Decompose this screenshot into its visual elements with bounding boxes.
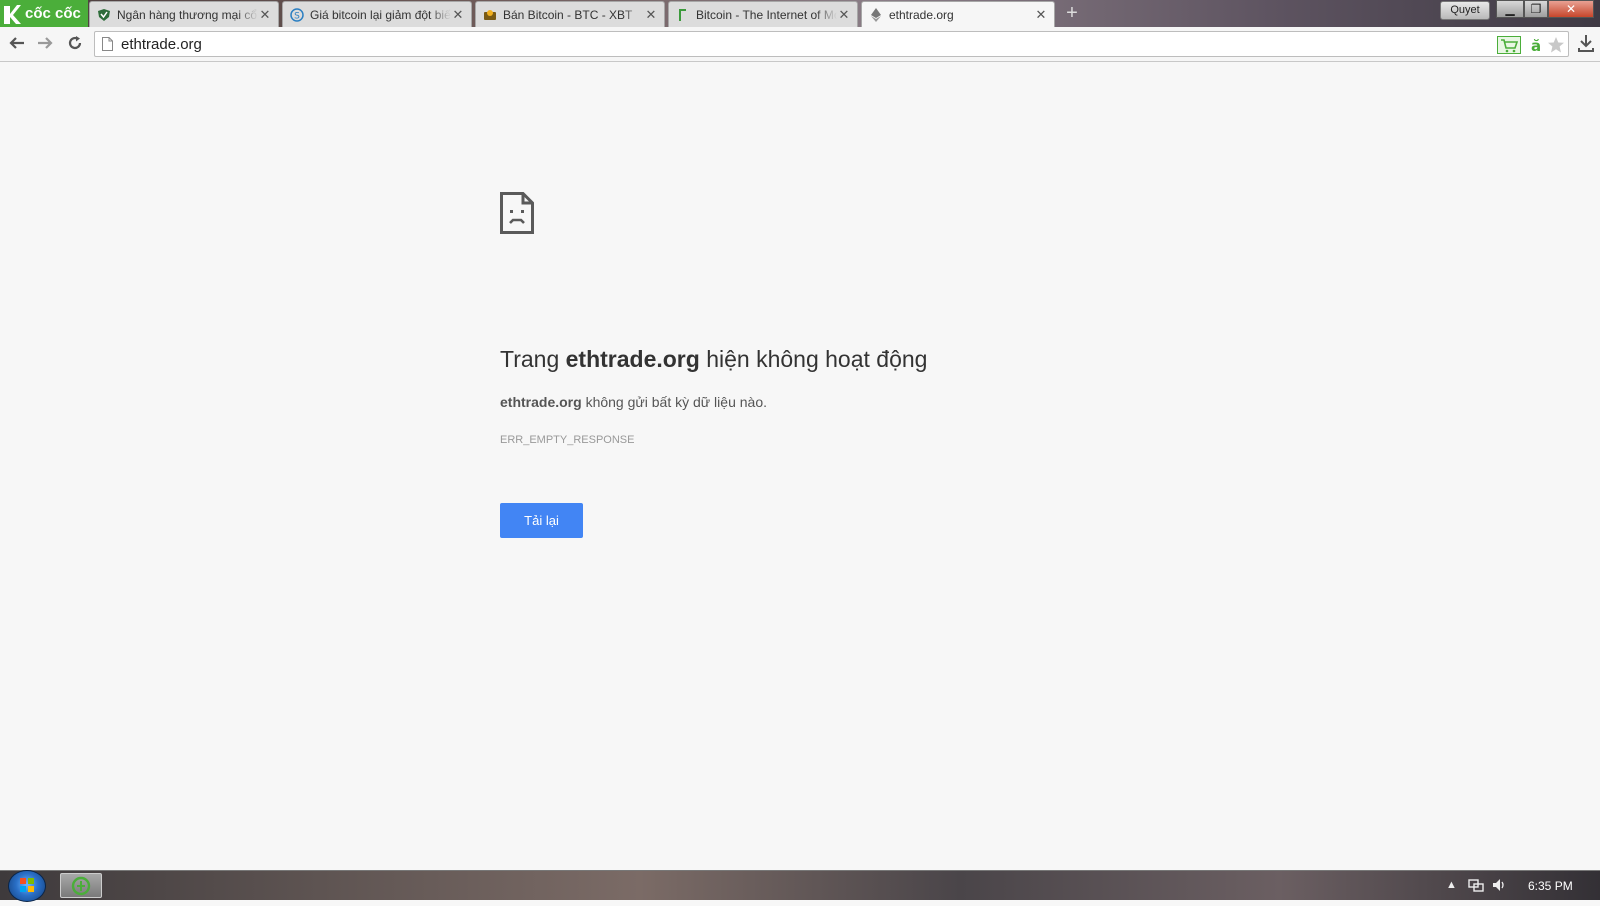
tab-title: ethtrade.org bbox=[889, 7, 954, 22]
error-description: ethtrade.org không gửi bất kỳ dữ liệu nà… bbox=[500, 394, 767, 410]
sad-document-icon bbox=[500, 192, 534, 234]
tab-title: Bán Bitcoin - BTC - XBT bbox=[503, 7, 633, 22]
page-icon bbox=[102, 37, 113, 56]
svg-text:ă: ă bbox=[1531, 37, 1541, 54]
close-window-button[interactable]: ✕ bbox=[1548, 0, 1594, 18]
url-text: ethtrade.org bbox=[121, 36, 202, 53]
shield-icon bbox=[96, 7, 112, 23]
vietnamese-input-icon[interactable]: ă bbox=[1529, 36, 1543, 59]
toolbar: ethtrade.org ă bbox=[0, 27, 1600, 62]
download-icon[interactable] bbox=[1578, 34, 1594, 57]
volume-icon[interactable] bbox=[1491, 877, 1507, 896]
profile-button[interactable]: Quyet bbox=[1440, 1, 1490, 20]
back-arrow-icon[interactable] bbox=[7, 34, 27, 54]
logo-text: cốc cốc bbox=[25, 5, 81, 22]
tab-title: Ngân hàng thương mại cổ bbox=[117, 7, 257, 22]
svg-text:S: S bbox=[294, 11, 300, 21]
s-circle-icon: S bbox=[289, 7, 305, 23]
tab-close-icon[interactable]: ✕ bbox=[837, 7, 851, 23]
new-tab-button[interactable]: + bbox=[1061, 3, 1083, 23]
coccoc-app-icon bbox=[71, 876, 91, 895]
tab-title: Giá bitcoin lại giảm đột biến bbox=[310, 7, 451, 22]
coccoc-leaf-icon bbox=[4, 4, 21, 24]
error-code: ERR_EMPTY_RESPONSE bbox=[500, 434, 635, 446]
network-icon[interactable] bbox=[1468, 877, 1484, 896]
error-domain: ethtrade.org bbox=[565, 346, 700, 372]
start-button[interactable] bbox=[8, 870, 46, 902]
tab-ban-bitcoin[interactable]: Bán Bitcoin - BTC - XBT ✕ bbox=[475, 1, 665, 27]
forward-arrow-icon[interactable] bbox=[35, 34, 55, 54]
show-hidden-icons-icon[interactable]: ▲ bbox=[1446, 879, 1457, 891]
clock[interactable]: 6:35 PM bbox=[1528, 879, 1573, 893]
shopping-cart-icon[interactable] bbox=[1497, 36, 1521, 59]
minimize-button[interactable]: ▁ bbox=[1496, 0, 1524, 18]
tab-strip: cốc cốc Ngân hàng thương mại cổ ✕ S Giá … bbox=[0, 0, 1600, 27]
taskbar: ▲ 6:35 PM bbox=[0, 870, 1600, 902]
bookmark-icon bbox=[675, 7, 691, 23]
tab-ethtrade[interactable]: ethtrade.org ✕ bbox=[861, 1, 1055, 27]
coccoc-logo[interactable]: cốc cốc bbox=[0, 0, 88, 27]
address-bar[interactable]: ethtrade.org ă bbox=[94, 31, 1569, 57]
error-heading: Trang ethtrade.org hiện không hoạt động bbox=[500, 346, 928, 372]
taskbar-coccoc-app[interactable] bbox=[60, 873, 102, 898]
tab-ngan-hang[interactable]: Ngân hàng thương mại cổ ✕ bbox=[89, 1, 279, 27]
tab-bitcoin-internet[interactable]: Bitcoin - The Internet of Money ✕ bbox=[668, 1, 858, 27]
wallet-icon bbox=[482, 7, 498, 23]
tab-close-icon[interactable]: ✕ bbox=[258, 7, 272, 23]
tab-close-icon[interactable]: ✕ bbox=[644, 7, 658, 23]
ethereum-icon bbox=[868, 7, 884, 23]
windows-logo-icon bbox=[20, 878, 34, 892]
tab-close-icon[interactable]: ✕ bbox=[1034, 7, 1048, 23]
reload-button[interactable]: Tải lại bbox=[500, 503, 583, 538]
error-page: Trang ethtrade.org hiện không hoạt động … bbox=[0, 62, 1600, 870]
desc-domain: ethtrade.org bbox=[500, 394, 582, 410]
tab-title: Bitcoin - The Internet of Money bbox=[696, 7, 837, 22]
bookmark-star-icon[interactable] bbox=[1547, 36, 1565, 59]
tab-close-icon[interactable]: ✕ bbox=[451, 7, 465, 23]
reload-icon[interactable] bbox=[65, 34, 85, 54]
tab-gia-bitcoin[interactable]: S Giá bitcoin lại giảm đột biến ✕ bbox=[282, 1, 472, 27]
restore-button[interactable]: ❐ bbox=[1524, 0, 1548, 18]
